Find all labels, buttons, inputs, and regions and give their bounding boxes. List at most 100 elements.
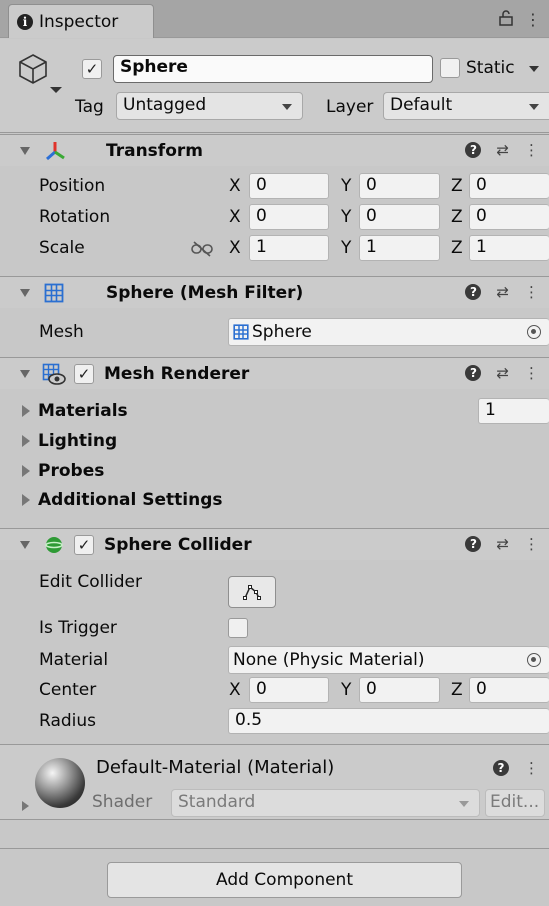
inspector-window: i Inspector ⋮ ✓ Sphere Static Tag Untagg… bbox=[0, 0, 549, 906]
active-checkbox[interactable]: ✓ bbox=[82, 59, 102, 79]
mesh-grid-icon bbox=[44, 283, 64, 302]
preset-icon[interactable]: ⇄ bbox=[496, 364, 509, 382]
kebab-menu-icon[interactable]: ⋮ bbox=[524, 535, 539, 553]
shader-value: Standard bbox=[178, 792, 256, 812]
axis-x-label[interactable]: X bbox=[229, 238, 241, 258]
material-preview-sphere bbox=[35, 758, 85, 808]
edit-collider-icon bbox=[243, 585, 261, 600]
static-dropdown-arrow[interactable] bbox=[529, 66, 539, 72]
gameobject-name-input[interactable]: Sphere bbox=[113, 55, 433, 83]
radius-field[interactable]: 0.5 bbox=[228, 708, 549, 734]
icon-dropdown-caret[interactable] bbox=[50, 87, 62, 93]
foldout-arrow-icon[interactable] bbox=[20, 288, 30, 297]
sphere-collider-icon bbox=[45, 536, 63, 553]
kebab-menu-icon[interactable]: ⋮ bbox=[524, 364, 539, 382]
foldout-arrow-icon[interactable] bbox=[22, 801, 29, 811]
axis-z-label[interactable]: Z bbox=[451, 680, 463, 700]
transform-title: Transform bbox=[106, 140, 203, 161]
center-label: Center bbox=[39, 680, 97, 700]
axis-z-label[interactable]: Z bbox=[451, 207, 463, 227]
scale-y-field[interactable]: 1 bbox=[359, 235, 440, 261]
mesh-object-field[interactable]: Sphere bbox=[228, 318, 549, 346]
position-z-field[interactable]: 0 bbox=[469, 173, 549, 199]
chevron-down-icon bbox=[459, 801, 469, 807]
position-y-field[interactable]: 0 bbox=[359, 173, 440, 199]
cube-icon[interactable] bbox=[18, 53, 48, 85]
is-trigger-checkbox[interactable] bbox=[228, 618, 248, 638]
static-toggle[interactable]: Static bbox=[440, 58, 515, 78]
kebab-menu-icon[interactable]: ⋮ bbox=[524, 759, 539, 777]
object-picker-icon[interactable] bbox=[527, 653, 541, 667]
rotation-label: Rotation bbox=[39, 207, 111, 227]
tab-label: Inspector bbox=[39, 11, 119, 32]
foldout-arrow-icon[interactable] bbox=[22, 405, 30, 417]
mesh-renderer-enabled-checkbox[interactable]: ✓ bbox=[74, 363, 94, 384]
foldout-arrow-icon[interactable] bbox=[20, 540, 30, 549]
help-icon[interactable]: ? bbox=[465, 284, 482, 300]
mesh-filter-header[interactable]: Sphere (Mesh Filter) ? ⇄ ⋮ bbox=[0, 276, 549, 308]
axis-x-label[interactable]: X bbox=[229, 207, 241, 227]
center-y-field[interactable]: 0 bbox=[359, 677, 440, 703]
rotation-y-field[interactable]: 0 bbox=[359, 204, 440, 230]
tag-dropdown[interactable]: Untagged bbox=[116, 92, 303, 120]
scale-x-field[interactable]: 1 bbox=[249, 235, 329, 261]
kebab-menu-icon[interactable]: ⋮ bbox=[525, 10, 541, 29]
foldout-arrow-icon[interactable] bbox=[22, 435, 30, 447]
sphere-collider-header[interactable]: ✓ Sphere Collider ? ⇄ ⋮ bbox=[0, 528, 549, 560]
add-component-button[interactable]: Add Component bbox=[107, 862, 462, 898]
axis-x-label[interactable]: X bbox=[229, 680, 241, 700]
mesh-renderer-header[interactable]: ✓ Mesh Renderer ? ⇄ ⋮ bbox=[0, 357, 549, 389]
preset-icon[interactable]: ⇄ bbox=[496, 535, 509, 553]
position-x-field[interactable]: 0 bbox=[249, 173, 329, 199]
physic-material-value: None (Physic Material) bbox=[233, 650, 425, 670]
layer-dropdown[interactable]: Default bbox=[383, 92, 549, 120]
kebab-menu-icon[interactable]: ⋮ bbox=[524, 283, 539, 301]
sphere-collider-body: Edit Collider Is Trigger Material None (… bbox=[0, 560, 549, 743]
lighting-foldout[interactable]: Lighting bbox=[22, 431, 117, 451]
axis-y-label[interactable]: Y bbox=[341, 238, 351, 258]
edit-collider-button[interactable] bbox=[228, 576, 276, 608]
foldout-arrow-icon[interactable] bbox=[22, 465, 30, 477]
axis-y-label[interactable]: Y bbox=[341, 176, 351, 196]
preset-icon[interactable]: ⇄ bbox=[496, 283, 509, 301]
divider bbox=[0, 848, 549, 849]
help-icon[interactable]: ? bbox=[493, 760, 509, 776]
axis-x-label[interactable]: X bbox=[229, 176, 241, 196]
foldout-arrow-icon[interactable] bbox=[20, 146, 30, 155]
transform-header[interactable]: Transform ? ⇄ ⋮ bbox=[0, 134, 549, 166]
help-icon[interactable]: ? bbox=[465, 142, 482, 158]
kebab-menu-icon[interactable]: ⋮ bbox=[524, 141, 539, 159]
materials-count-field[interactable]: 1 bbox=[478, 398, 549, 424]
static-checkbox[interactable] bbox=[440, 58, 460, 78]
scale-z-field[interactable]: 1 bbox=[469, 235, 549, 261]
layer-value: Default bbox=[390, 95, 453, 115]
probes-label: Probes bbox=[38, 461, 105, 481]
axis-z-label[interactable]: Z bbox=[451, 238, 463, 258]
axis-y-label[interactable]: Y bbox=[341, 680, 351, 700]
help-icon[interactable]: ? bbox=[465, 536, 482, 552]
mesh-filter-title: Sphere (Mesh Filter) bbox=[106, 282, 304, 303]
foldout-arrow-icon[interactable] bbox=[22, 494, 30, 506]
rotation-x-field[interactable]: 0 bbox=[249, 204, 329, 230]
additional-settings-foldout[interactable]: Additional Settings bbox=[22, 490, 223, 510]
foldout-arrow-icon[interactable] bbox=[20, 369, 30, 378]
tab-inspector[interactable]: i Inspector bbox=[8, 4, 154, 38]
shader-edit-button[interactable]: Edit... bbox=[485, 789, 545, 817]
center-x-field[interactable]: 0 bbox=[249, 677, 329, 703]
center-z-field[interactable]: 0 bbox=[469, 677, 549, 703]
help-icon[interactable]: ? bbox=[465, 365, 482, 381]
sphere-collider-title: Sphere Collider bbox=[104, 534, 252, 555]
probes-foldout[interactable]: Probes bbox=[22, 461, 104, 481]
info-icon: i bbox=[17, 13, 33, 30]
axis-z-label[interactable]: Z bbox=[451, 176, 463, 196]
physic-material-field[interactable]: None (Physic Material) bbox=[228, 646, 549, 674]
axis-y-label[interactable]: Y bbox=[341, 207, 351, 227]
object-picker-icon[interactable] bbox=[527, 325, 541, 339]
sphere-collider-enabled-checkbox[interactable]: ✓ bbox=[74, 534, 94, 555]
shader-dropdown[interactable]: Standard bbox=[171, 789, 480, 817]
lock-icon[interactable] bbox=[499, 10, 513, 26]
preset-icon[interactable]: ⇄ bbox=[496, 141, 509, 159]
rotation-z-field[interactable]: 0 bbox=[469, 204, 549, 230]
constrain-proportions-icon[interactable] bbox=[190, 241, 214, 257]
materials-foldout[interactable]: Materials bbox=[22, 401, 128, 421]
